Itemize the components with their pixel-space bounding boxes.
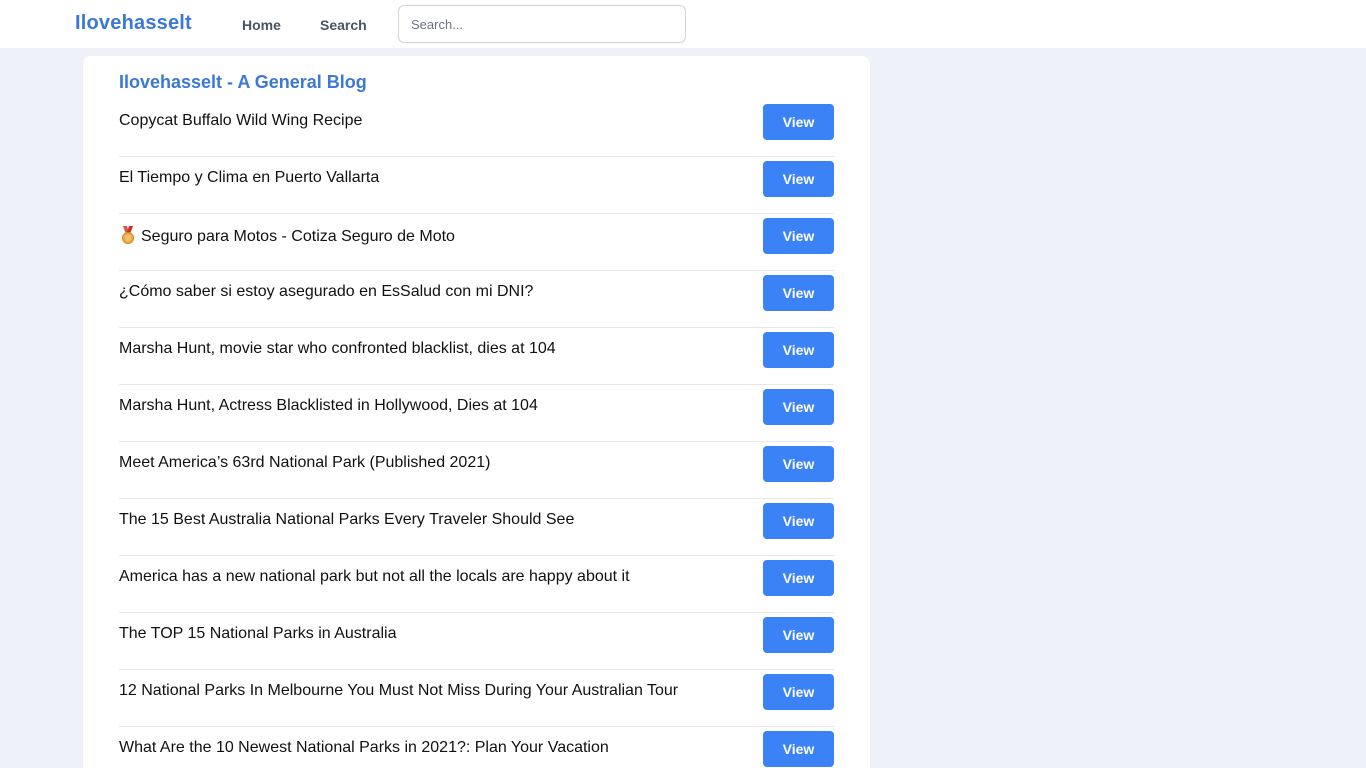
post-row: Marsha Hunt, Actress Blacklisted in Holl… [119,385,834,442]
post-row: The 15 Best Australia National Parks Eve… [119,499,834,556]
nav-home-link[interactable]: Home [242,17,281,33]
view-button[interactable]: View [763,161,834,197]
search-input[interactable] [398,5,686,43]
post-row: Meet America’s 63rd National Park (Publi… [119,442,834,499]
view-button[interactable]: View [763,218,834,254]
page-title: Ilovehasselt - A General Blog [119,72,367,92]
post-title: Marsha Hunt, Actress Blacklisted in Holl… [119,397,538,414]
post-row: Seguro para Motos - Cotiza Seguro de Mot… [119,214,834,271]
post-row: America has a new national park but not … [119,556,834,613]
view-button[interactable]: View [763,104,834,140]
post-title: The TOP 15 National Parks in Australia [119,625,397,642]
view-button[interactable]: View [763,275,834,311]
post-row: 12 National Parks In Melbourne You Must … [119,670,834,727]
post-title: Meet America’s 63rd National Park (Publi… [119,454,491,471]
site-logo-link[interactable]: Ilovehasselt [75,12,192,35]
view-button[interactable]: View [763,446,834,482]
view-button[interactable]: View [763,731,834,767]
post-row: El Tiempo y Clima en Puerto Vallarta Vie… [119,157,834,214]
view-button[interactable]: View [763,617,834,653]
post-title: El Tiempo y Clima en Puerto Vallarta [119,169,380,186]
post-title: 12 National Parks In Melbourne You Must … [119,682,679,699]
post-title: America has a new national park but not … [119,568,630,585]
post-row: Marsha Hunt, movie star who confronted b… [119,328,834,385]
nav-search-link[interactable]: Search [320,17,367,33]
post-title: What Are the 10 Newest National Parks in… [119,739,609,756]
top-navbar: Ilovehasselt Home Search [0,0,1366,48]
medal-icon [122,226,134,244]
view-button[interactable]: View [763,389,834,425]
post-title: Seguro para Motos - Cotiza Seguro de Mot… [141,228,455,245]
view-button[interactable]: View [763,503,834,539]
post-list: Copycat Buffalo Wild Wing Recipe View El… [119,100,834,768]
post-row: Copycat Buffalo Wild Wing Recipe View [119,100,834,157]
view-button[interactable]: View [763,560,834,596]
post-title: Marsha Hunt, movie star who confronted b… [119,340,556,357]
post-list-card: Ilovehasselt - A General Blog Copycat Bu… [83,56,870,768]
post-title: ¿Cómo saber si estoy asegurado en EsSalu… [119,283,534,300]
post-title-wrapper: Seguro para Motos - Cotiza Seguro de Mot… [119,226,455,246]
post-row: The TOP 15 National Parks in Australia V… [119,613,834,670]
post-row: ¿Cómo saber si estoy asegurado en EsSalu… [119,271,834,328]
view-button[interactable]: View [763,674,834,710]
post-row: What Are the 10 Newest National Parks in… [119,727,834,768]
post-title: The 15 Best Australia National Parks Eve… [119,511,575,528]
view-button[interactable]: View [763,332,834,368]
post-title: Copycat Buffalo Wild Wing Recipe [119,112,363,129]
